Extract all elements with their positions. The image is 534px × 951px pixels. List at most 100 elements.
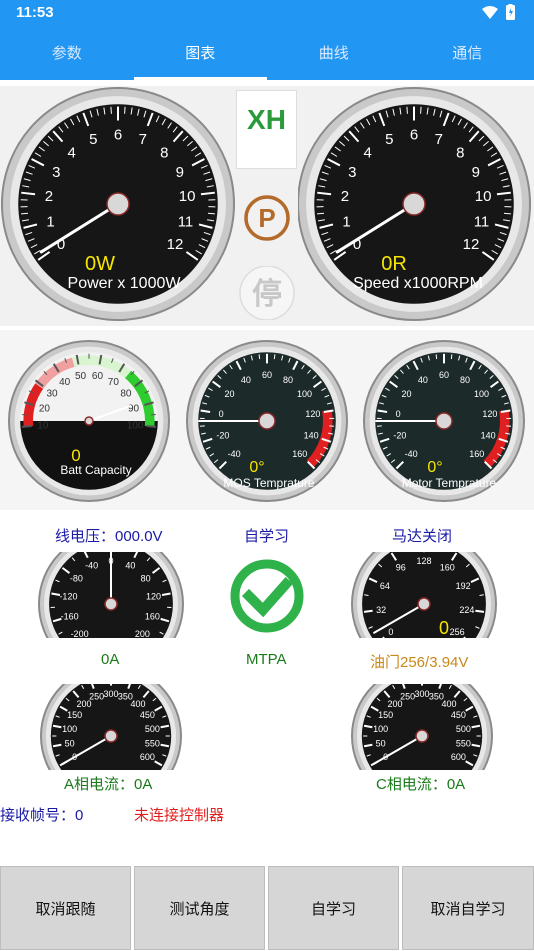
test-angle-button[interactable]: 测试角度 xyxy=(134,866,265,950)
gauge-minor-tick xyxy=(436,354,437,359)
gauge-tick-label: 6 xyxy=(114,127,122,144)
gauge-value: 0° xyxy=(249,459,264,476)
gauge-tick-label: 500 xyxy=(145,724,160,734)
current-value-label: 0A xyxy=(101,651,119,668)
gauge-tick-label: 50 xyxy=(75,371,87,382)
gauge-tick-label: 60 xyxy=(262,370,272,380)
gauge-tick-label: 8 xyxy=(456,144,464,161)
gauge-major-tick xyxy=(364,611,373,612)
gauge-hub xyxy=(85,417,93,425)
gauge-tick-label: 160 xyxy=(292,449,307,459)
gauge-tick-label: 50 xyxy=(376,738,386,748)
power-gauge: 01234567891011120WPower x 1000W xyxy=(0,86,236,326)
gauge-tick-label: -40 xyxy=(228,449,241,459)
gauge-tick-label: 160 xyxy=(469,449,484,459)
tab-indicator xyxy=(134,77,268,80)
receive-frame-label: 接收帧号：0 xyxy=(0,804,83,825)
gauge-tick-label: 3 xyxy=(52,164,60,181)
gauge-tick-label: 450 xyxy=(140,710,155,720)
tab-curve[interactable]: 曲线 xyxy=(267,27,401,80)
gauge-value: 0° xyxy=(427,459,442,476)
stop-icon[interactable]: 停 xyxy=(238,266,296,320)
gauge-tick-label: 3 xyxy=(348,164,356,181)
gauge-tick-label: 9 xyxy=(176,164,184,181)
gauge-tick-label: 600 xyxy=(451,752,466,762)
gauge-tick-label: 400 xyxy=(130,699,145,709)
cancel-self-learn-button[interactable]: 取消自学习 xyxy=(402,866,534,950)
gauge-tick-label: 192 xyxy=(456,581,471,591)
gauge-tick-label: 1 xyxy=(46,213,54,230)
gauge-tick-label: 250 xyxy=(89,692,104,702)
gauge-tick-label: 12 xyxy=(463,236,480,253)
gauge-hub xyxy=(436,413,452,429)
gauge-tick-label: 96 xyxy=(396,563,406,573)
gauge-tick-label: -20 xyxy=(216,430,229,440)
gauge-tick-label: 2 xyxy=(45,188,53,205)
gauge-caption: MOS Temprature xyxy=(223,476,314,490)
stop-icon-label: 停 xyxy=(252,278,282,311)
speed-gauge: 01234567891011120RSpeed x1000RPM xyxy=(298,86,534,326)
status-time: 11:53 xyxy=(16,4,54,21)
motor-temp-gauge: -40-200204060801001201401600°Motor Tempr… xyxy=(361,338,528,504)
gauge-tick-label: 80 xyxy=(120,388,132,399)
gauge-tick-label: 2 xyxy=(341,188,349,205)
gauge-tick-label: 9 xyxy=(472,164,480,181)
gauge-major-tick xyxy=(146,426,156,427)
gauge-tick-label: 550 xyxy=(145,738,160,748)
park-icon[interactable]: P xyxy=(242,193,292,243)
gauge-tick-label: 50 xyxy=(65,738,75,748)
gauge-major-tick xyxy=(22,426,32,427)
gauge-tick-label: 12 xyxy=(167,236,184,253)
gauge-tick-label: 140 xyxy=(304,430,319,440)
gauge-tick-label: -20 xyxy=(393,430,406,440)
status-bar: 11:53 xyxy=(0,0,534,27)
xh-logo: XH xyxy=(236,90,297,169)
gauge-tick-label: -160 xyxy=(61,612,79,622)
tab-chart[interactable]: 图表 xyxy=(134,27,268,80)
gauge-tick-label: 4 xyxy=(364,144,372,161)
gauge-minor-tick xyxy=(451,354,452,359)
gauge-tick-label: 10 xyxy=(37,421,49,432)
gauge-tick-label: 550 xyxy=(456,738,471,748)
gauge-tick-label: 80 xyxy=(141,573,151,583)
phase-c-caption: C相电流：0A xyxy=(376,773,465,794)
gauge-tick-label: 11 xyxy=(178,213,194,230)
gauge-hub xyxy=(105,730,117,742)
gauge-tick-label: 80 xyxy=(283,375,293,385)
gauge-tick-label: 4 xyxy=(68,144,76,161)
gauge-tick-label: 60 xyxy=(439,370,449,380)
gauge-tick-label: 40 xyxy=(125,561,135,571)
self-learn-status-label: 自学习 xyxy=(244,525,289,546)
gauge-major-tick xyxy=(475,611,484,612)
tab-comm[interactable]: 通信 xyxy=(401,27,534,80)
gauge-tick-label: 40 xyxy=(241,375,251,385)
gauge-caption: Power x 1000W xyxy=(68,275,182,292)
gauge-tick-label: -40 xyxy=(85,561,98,571)
gauge-tick-label: 100 xyxy=(297,389,312,399)
gauge-minor-tick xyxy=(125,107,126,114)
gauge-tick-label: 7 xyxy=(139,131,147,148)
gauge-hub xyxy=(259,413,275,429)
gauge-tick-label: 150 xyxy=(378,710,393,720)
cancel-follow-button[interactable]: 取消跟随 xyxy=(0,866,131,950)
gauge-tick-label: 0 xyxy=(396,409,401,419)
self-learn-button[interactable]: 自学习 xyxy=(268,866,399,950)
gauge-tick-label: 40 xyxy=(59,377,71,388)
gauge-tick-label: 32 xyxy=(376,605,386,615)
motor-status-label: 马达关闭 xyxy=(392,525,452,546)
gauge-tick-label: 120 xyxy=(146,592,161,602)
gauge-value: 0 xyxy=(439,618,449,638)
gauge-minor-tick xyxy=(274,354,275,359)
tab-params[interactable]: 参数 xyxy=(0,27,134,80)
gauge-tick-label: 11 xyxy=(474,213,490,230)
gauge-tick-label: 60 xyxy=(92,371,104,382)
gauge-tick-label: 20 xyxy=(39,404,51,415)
mtpa-check-icon xyxy=(222,556,312,636)
gauge-tick-label: -120 xyxy=(59,592,77,602)
gauge-minor-tick xyxy=(480,595,484,596)
phase-c-gauge: 050100150200250300350400450500550600 xyxy=(349,684,495,770)
gauge-tick-label: 8 xyxy=(160,144,168,161)
gauge-tick-label: 100 xyxy=(62,724,77,734)
gauge-tick-label: 7 xyxy=(435,131,443,148)
gauge-tick-label: 10 xyxy=(179,188,196,205)
